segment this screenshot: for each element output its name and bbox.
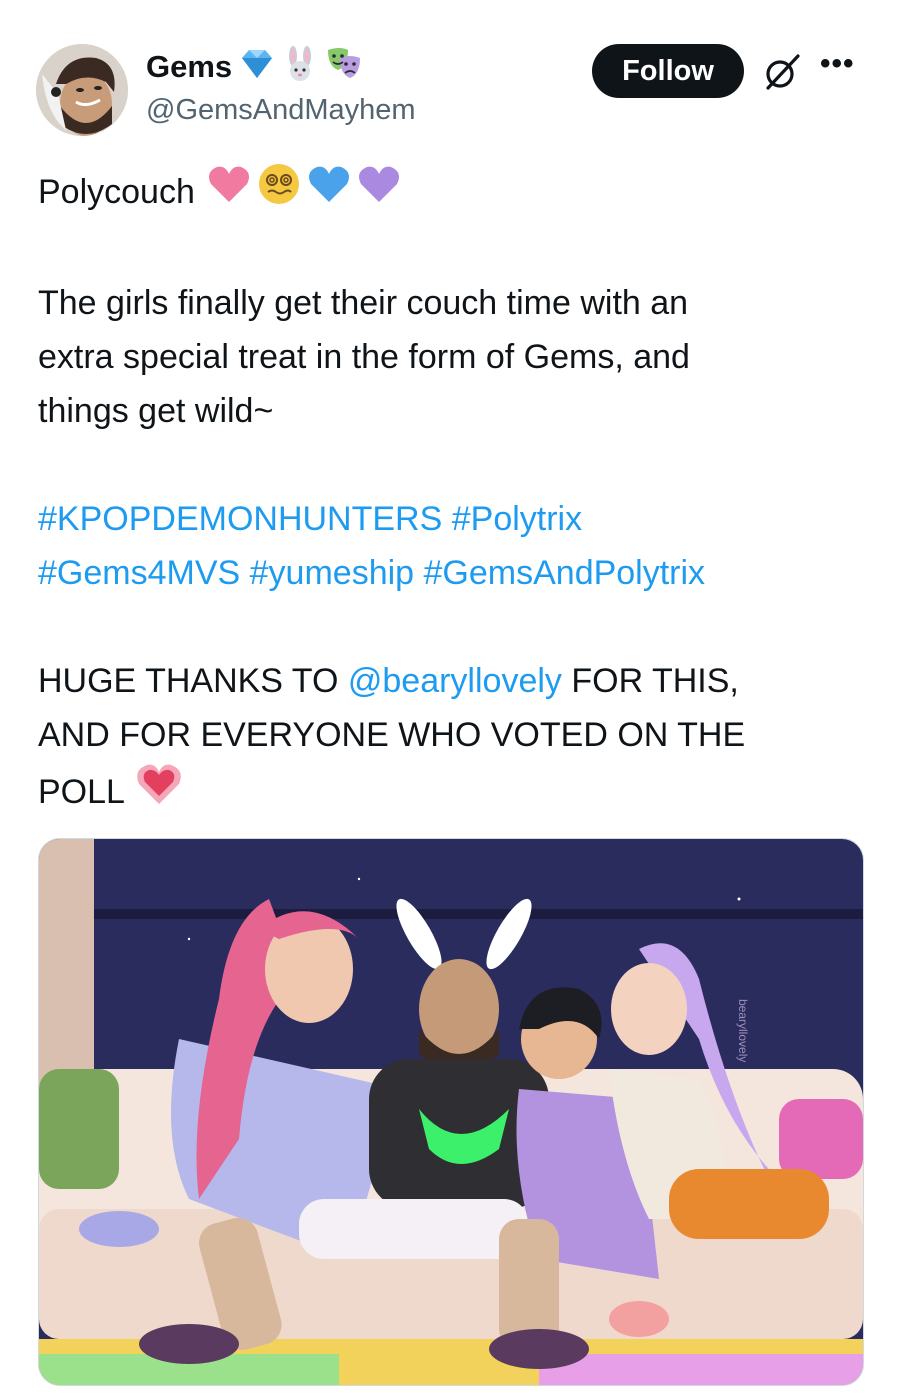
avatar[interactable]: [36, 44, 128, 136]
hashtag-link[interactable]: #yumeship: [250, 554, 414, 592]
avatar-illustration: [36, 44, 128, 136]
thanks-suffix: FOR THIS,: [561, 662, 739, 700]
growing-heart-icon: [135, 762, 183, 822]
tweet-title: Polycouch: [38, 173, 195, 211]
bunny-icon: [282, 46, 318, 87]
mention-link[interactable]: @bearyllovely: [348, 662, 562, 700]
tweet-title-line: Polycouch: [38, 162, 868, 222]
tweet-body-line: The girls finally get their couch time w…: [38, 284, 689, 322]
fan-art-illustration: bearyllovely: [39, 839, 863, 1385]
tweet-text: Polycouch The girls finally get their co…: [38, 162, 868, 822]
hashtag-link[interactable]: #GemsAndPolytrix: [424, 554, 706, 592]
more-options-button[interactable]: •••: [820, 49, 864, 84]
thanks-line-end: POLL: [38, 773, 125, 811]
author-name-row: Gems: [146, 46, 364, 87]
hashtag-line: #KPOPDEMONHUNTERS #Polytrix: [38, 492, 868, 546]
artist-signature: bearyllovely: [736, 999, 750, 1062]
thanks-line: HUGE THANKS TO @bearyllovely FOR THIS,: [38, 654, 868, 708]
thanks-prefix: HUGE THANKS TO: [38, 662, 348, 700]
hashtag-line: #Gems4MVS #yumeship #GemsAndPolytrix: [38, 546, 868, 600]
tweet-body-line: extra special treat in the form of Gems,…: [38, 338, 690, 376]
thanks-line: AND FOR EVERYONE WHO VOTED ON THE: [38, 716, 746, 754]
display-name[interactable]: Gems: [146, 49, 232, 85]
tweet-header: Gems @GemsAndMayhem Follow •••: [0, 0, 900, 150]
pink-heart-icon: [207, 164, 251, 220]
dizzy-face-icon: [257, 162, 301, 222]
hashtag-link[interactable]: #KPOPDEMONHUNTERS: [38, 500, 442, 538]
thanks-line: POLL: [38, 762, 868, 822]
purple-heart-icon: [357, 164, 401, 220]
follow-button[interactable]: Follow: [592, 44, 744, 98]
grok-icon[interactable]: [762, 52, 802, 92]
diamond-icon: [238, 47, 276, 86]
author-handle[interactable]: @GemsAndMayhem: [146, 94, 416, 127]
tweet-body-line: things get wild~: [38, 392, 274, 430]
hashtag-link[interactable]: #Gems4MVS: [38, 554, 240, 592]
blue-heart-icon: [307, 164, 351, 220]
hashtag-link[interactable]: #Polytrix: [452, 500, 582, 538]
theater-masks-icon: [324, 46, 364, 87]
tweet-media-image[interactable]: bearyllovely: [38, 838, 864, 1386]
